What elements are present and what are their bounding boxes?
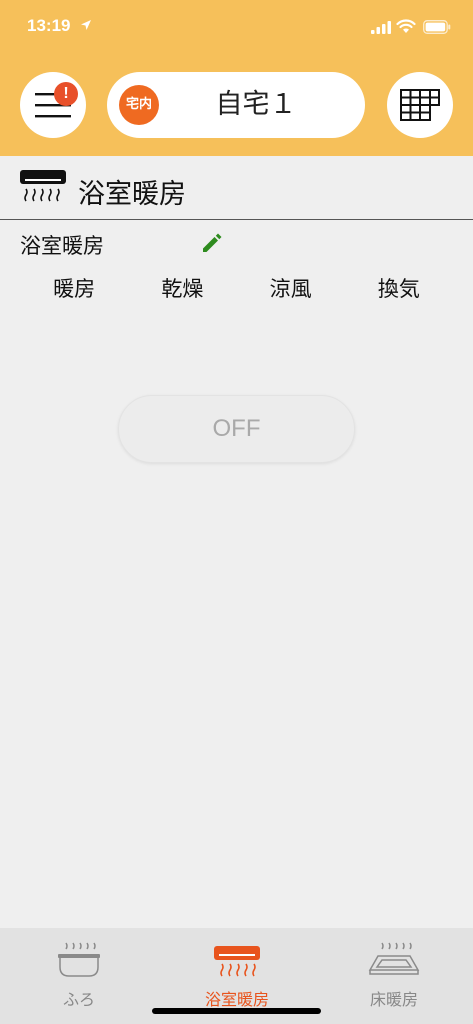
tab-bath-label: ふろ [62,990,95,1009]
alert-badge: ! [54,82,78,106]
power-off-button[interactable]: OFF [118,395,355,463]
bathroom-heater-icon [214,946,260,977]
device-title: 浴室暖房 [78,179,186,210]
tab-floor-heating[interactable]: 床暖房 [315,928,473,1024]
pencil-icon[interactable] [200,231,224,255]
home-tag-badge: 宅内 [119,85,159,125]
mode-ventilation[interactable]: 換気 [345,272,453,306]
mode-heating[interactable]: 暖房 [20,272,128,306]
battery-icon [423,20,451,34]
header-bar: 13:19 ! 宅内 自宅１ [0,0,473,156]
tab-floor-heating-label: 床暖房 [369,990,418,1009]
home-indicator [152,1008,321,1014]
bath-tub-icon [58,942,100,977]
tab-bath[interactable]: ふろ [0,928,158,1024]
mode-selector: 暖房 乾燥 涼風 換気 [20,272,453,306]
mode-drying[interactable]: 乾燥 [128,272,236,306]
device-header: 浴室暖房 [0,156,473,220]
grid-icon [400,89,440,121]
location-arrow-icon [81,20,91,30]
floor-heating-icon [368,942,420,975]
home-selector[interactable]: 宅内 自宅１ [107,72,365,138]
tab-bathroom-heater-label: 浴室暖房 [204,990,269,1009]
wifi-icon [396,19,416,33]
menu-button[interactable] [20,72,86,138]
signal-bars-icon [371,21,391,34]
grid-button[interactable] [387,72,453,138]
mode-cool-breeze[interactable]: 涼風 [237,272,345,306]
status-time: 13:19 [27,16,71,35]
home-name: 自宅１ [215,89,297,120]
status-bar: 13:19 [0,0,473,56]
bathroom-heater-icon [20,170,66,202]
device-name-label: 浴室暖房 [20,234,104,258]
